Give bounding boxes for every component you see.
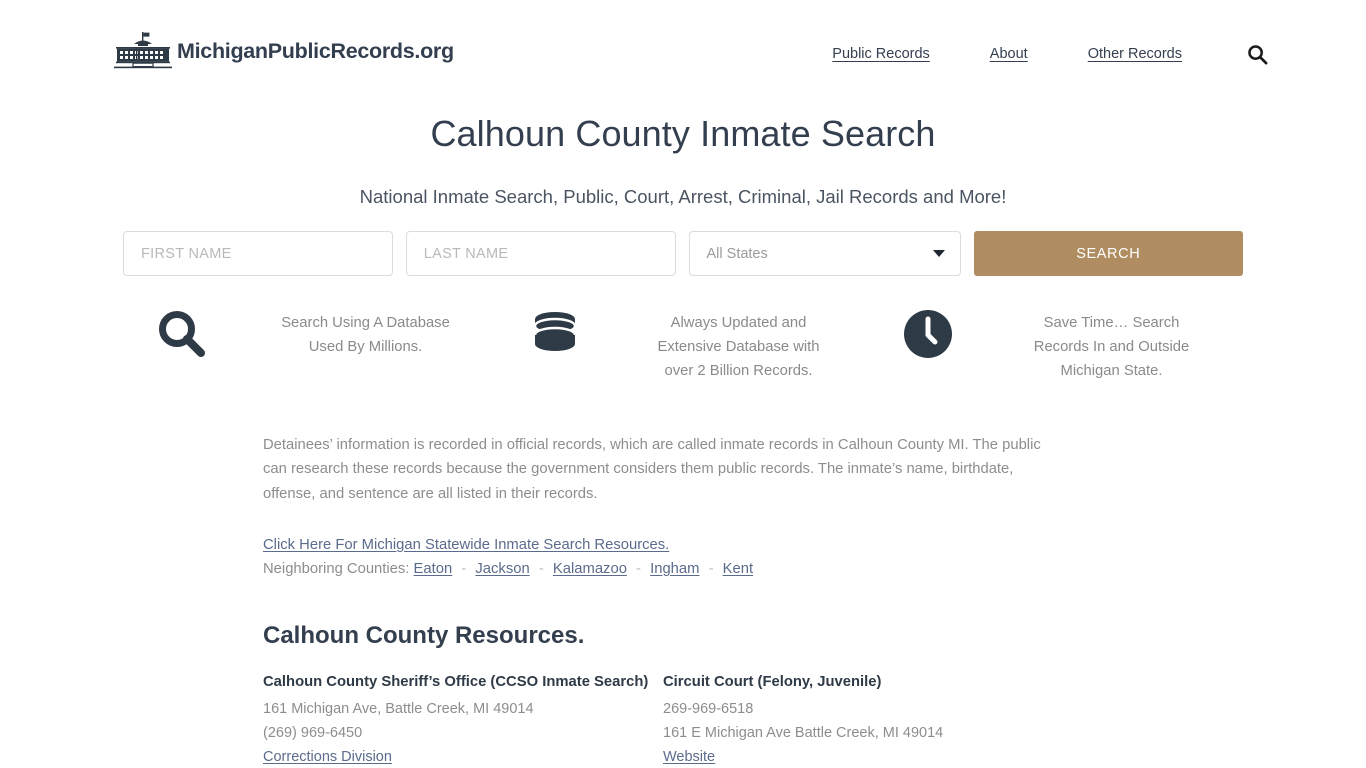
- resource-phone: (269) 969-6450: [263, 724, 363, 741]
- statewide-resources-link[interactable]: Click Here For Michigan Statewide Inmate…: [263, 537, 669, 553]
- site-logo[interactable]: MichiganPublicRecords.org: [112, 31, 454, 71]
- feature-line-3: over 2 Billion Records.: [664, 363, 813, 379]
- feature-list: Search Using A Database Used By Millions…: [123, 300, 1243, 383]
- page-subtitle: National Inmate Search, Public, Court, A…: [359, 186, 1007, 207]
- resource-address: 161 E Michigan Ave Battle Creek, MI 4901…: [663, 724, 944, 741]
- feature-text-save-time: Save Time… Search Records In and Outside…: [987, 300, 1242, 383]
- nav-item-public-records[interactable]: Public Records: [802, 46, 960, 62]
- neighbor-county-jackson[interactable]: Jackson: [475, 561, 529, 577]
- feature-line-1: Save Time… Search: [1043, 315, 1180, 331]
- magnifier-icon: [123, 300, 241, 360]
- feature-item-updated-database: Always Updated and Extensive Database wi…: [496, 300, 869, 383]
- clock-icon: [869, 300, 987, 360]
- neighbor-separator: -: [461, 560, 467, 577]
- neighbor-county-kalamazoo[interactable]: Kalamazoo: [553, 561, 627, 577]
- resource-title: Circuit Court (Felony, Juvenile): [663, 673, 882, 690]
- neighboring-counties-label: Neighboring Counties:: [263, 560, 410, 577]
- resources-columns: Calhoun County Sheriff’s Office (CCSO In…: [263, 674, 1063, 768]
- main-content: Detainees’ information is recorded in of…: [263, 433, 1063, 768]
- database-icon: [496, 300, 614, 360]
- resource-card-sheriff-office: Calhoun County Sheriff’s Office (CCSO In…: [263, 674, 663, 768]
- feature-line-2: Records In and Outside: [1033, 339, 1190, 355]
- page-root: MichiganPublicRecords.org Public Records…: [0, 0, 1366, 768]
- resource-address: 161 Michigan Ave, Battle Creek, MI 49014: [263, 700, 534, 717]
- state-select-value: All States: [706, 245, 768, 262]
- neighbor-county-kent[interactable]: Kent: [723, 561, 753, 577]
- court-website-link[interactable]: Website: [663, 749, 715, 765]
- search-icon[interactable]: [1244, 41, 1270, 67]
- nav-item-about[interactable]: About: [960, 46, 1058, 62]
- search-submit-button[interactable]: SEARCH: [973, 231, 1244, 276]
- last-name-input[interactable]: [405, 231, 676, 276]
- site-logo-text: MichiganPublicRecords.org: [177, 38, 454, 63]
- feature-line-2: Used By Millions.: [308, 339, 423, 355]
- feature-line-2: Extensive Database with: [657, 339, 820, 355]
- corrections-division-link[interactable]: Corrections Division: [263, 749, 392, 765]
- page-title: Calhoun County Inmate Search: [430, 113, 936, 154]
- state-select[interactable]: All States: [688, 231, 961, 276]
- neighbor-county-eaton[interactable]: Eaton: [414, 561, 453, 577]
- inmate-search-form: All States SEARCH: [123, 231, 1244, 276]
- neighboring-counties: Neighboring Counties: Eaton - Jackson - …: [263, 558, 1063, 580]
- feature-line-1: Always Updated and: [670, 315, 807, 331]
- first-name-input[interactable]: [123, 231, 393, 276]
- state-select-wrapper: All States: [688, 231, 961, 276]
- capitol-building-icon: [112, 31, 174, 71]
- feature-line-1: Search Using A Database: [281, 315, 450, 331]
- neighbor-separator: -: [708, 560, 714, 577]
- neighbor-county-ingham[interactable]: Ingham: [650, 561, 699, 577]
- site-header: MichiganPublicRecords.org Public Records…: [0, 0, 1366, 97]
- feature-text-database-search: Search Using A Database Used By Millions…: [241, 300, 496, 359]
- resource-link-row: Website: [663, 745, 1063, 768]
- neighbor-separator: -: [538, 560, 544, 577]
- resource-link-row: Corrections Division: [263, 745, 663, 768]
- intro-paragraph: Detainees’ information is recorded in of…: [263, 437, 1041, 502]
- main-navigation: Public Records About Other Records: [802, 41, 1270, 67]
- resource-title: Calhoun County Sheriff’s Office (CCSO In…: [263, 673, 649, 690]
- feature-text-updated-database: Always Updated and Extensive Database wi…: [614, 300, 869, 383]
- feature-item-database-search: Search Using A Database Used By Millions…: [123, 300, 496, 383]
- resources-heading: Calhoun County Resources.: [263, 621, 585, 649]
- resource-card-circuit-court: Circuit Court (Felony, Juvenile) 269-969…: [663, 674, 1063, 768]
- neighbor-separator: -: [636, 560, 641, 577]
- feature-line-3: Michigan State.: [1060, 363, 1163, 379]
- nav-item-other-records[interactable]: Other Records: [1058, 46, 1212, 62]
- feature-item-save-time: Save Time… Search Records In and Outside…: [869, 300, 1242, 383]
- resource-phone: 269-969-6518: [663, 700, 754, 717]
